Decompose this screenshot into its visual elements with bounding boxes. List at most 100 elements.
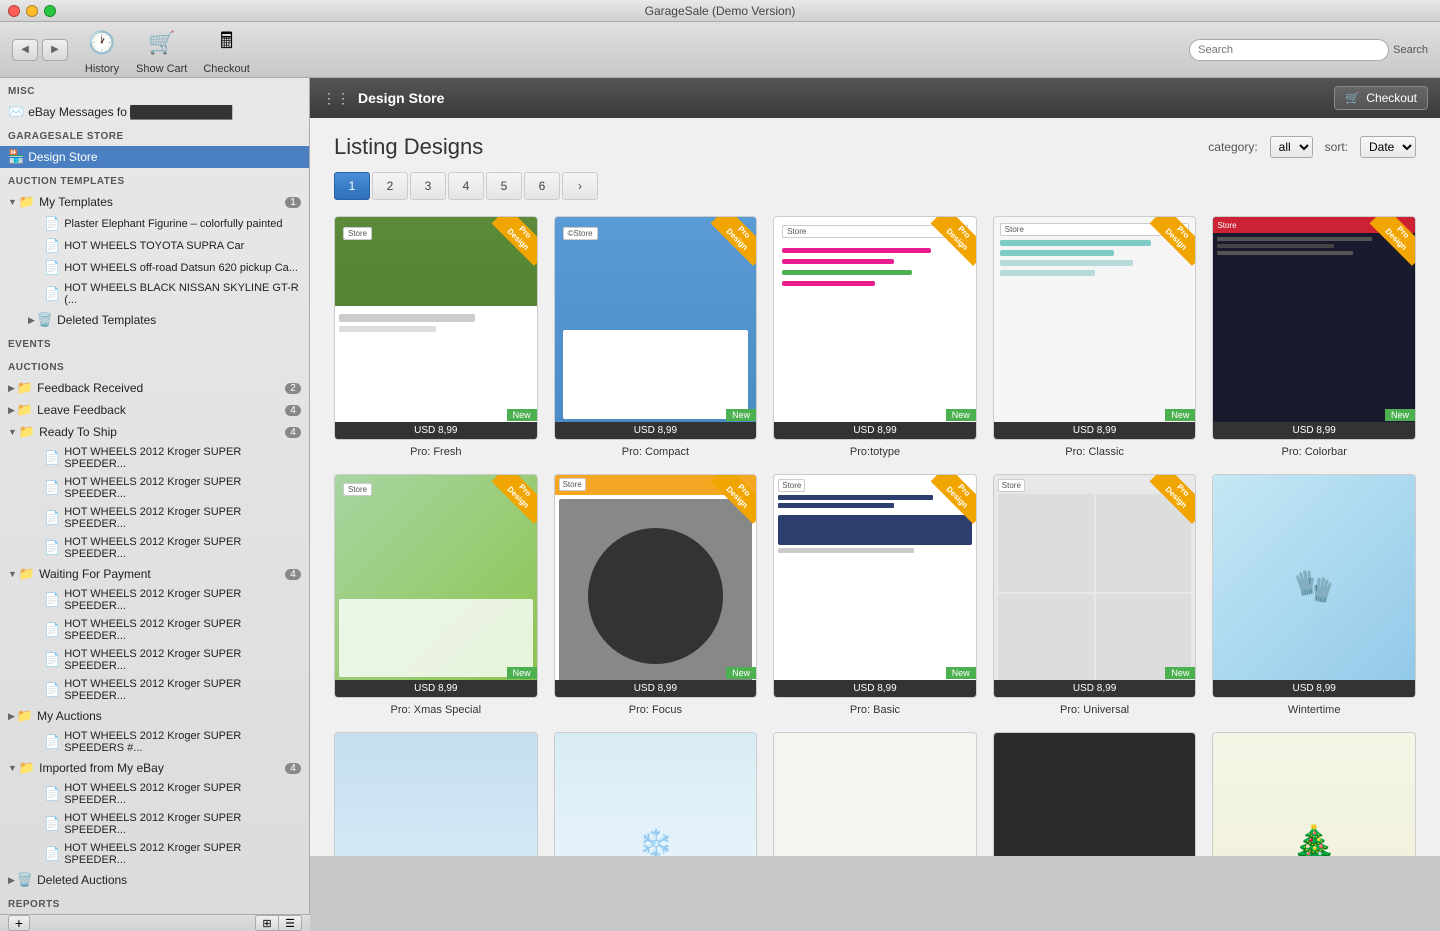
pro-badge-classic: ProDesign <box>1145 217 1195 267</box>
price-fresh: USD 8,99 <box>335 422 537 439</box>
history-label: History <box>85 63 119 75</box>
template-item-1[interactable]: 📄 Plaster Elephant Figurine – colorfully… <box>0 213 309 235</box>
history-icon: 🕐 <box>84 25 120 61</box>
page-2-button[interactable]: 2 <box>372 172 408 200</box>
ready-ship-item-3[interactable]: 📄 HOT WHEELS 2012 Kroger SUPER SPEEDER..… <box>0 503 309 533</box>
bottom-controls: + ⊞ ☰ <box>0 914 310 931</box>
doc-icon-r3: 📄 <box>44 510 60 526</box>
design-store-item[interactable]: 🏪 Design Store <box>0 146 309 168</box>
store-label-compact: ©Store <box>563 227 598 240</box>
ready-to-ship-item[interactable]: ▼ 📁 Ready To Ship 4 <box>0 421 309 443</box>
left-panel: MISC ✉️ eBay Messages fo ████████████ GA… <box>0 78 310 878</box>
ready-ship-item-4[interactable]: 📄 HOT WHEELS 2012 Kroger SUPER SPEEDER..… <box>0 533 309 563</box>
page-next-button[interactable]: › <box>562 172 598 200</box>
toggle-icon-lf: ▶ <box>8 405 15 416</box>
page-1-button[interactable]: 1 <box>334 172 370 200</box>
imported-item-3[interactable]: 📄 HOT WHEELS 2012 Kroger SUPER SPEEDER..… <box>0 839 309 869</box>
deleted-auctions-item[interactable]: ▶ 🗑️ Deleted Auctions <box>0 869 309 891</box>
trash-auctions-icon: 🗑️ <box>17 872 33 888</box>
add-button[interactable]: + <box>8 915 30 931</box>
envelope-icon: ✉️ <box>8 104 24 120</box>
page-5-button[interactable]: 5 <box>486 172 522 200</box>
history-button[interactable]: 🕐 History <box>84 25 120 75</box>
back-button[interactable]: ◀ <box>12 39 38 61</box>
imported-label: Imported from My eBay <box>39 761 164 775</box>
my-auctions-item[interactable]: ▶ 📁 My Auctions <box>0 705 309 727</box>
design-card-classic[interactable]: Store ProDesign New USD 8,99 Pro: Classi… <box>993 216 1197 458</box>
show-cart-button[interactable]: 🛒 Show Cart <box>136 25 187 75</box>
list-view-button[interactable]: ☰ <box>278 915 302 931</box>
search-input[interactable] <box>1189 39 1389 61</box>
checkout-label: Checkout <box>203 63 249 75</box>
feedback-icon: 📁 <box>17 380 33 396</box>
design-thumb-snow: ❄️ USD 3,99 <box>554 732 758 856</box>
leave-feedback-item[interactable]: ▶ 📁 Leave Feedback 4 <box>0 399 309 421</box>
window-title: GarageSale (Demo Version) <box>645 4 796 18</box>
grid-view-button[interactable]: ⊞ <box>255 915 279 931</box>
imported-item[interactable]: ▼ 📁 Imported from My eBay 4 <box>0 757 309 779</box>
maximize-button[interactable] <box>44 5 56 17</box>
wfp-item-2[interactable]: 📄 HOT WHEELS 2012 Kroger SUPER SPEEDER..… <box>0 615 309 645</box>
design-card-fresh[interactable]: Store ProDesign New USD 8,99 Pro: Fresh <box>334 216 538 458</box>
deleted-templates-item[interactable]: ▶ 🗑️ Deleted Templates <box>0 309 309 331</box>
ready-ship-item-1[interactable]: 📄 HOT WHEELS 2012 Kroger SUPER SPEEDER..… <box>0 443 309 473</box>
ebay-messages-item[interactable]: ✉️ eBay Messages fo ████████████ <box>0 101 309 123</box>
wfp-item-4[interactable]: 📄 HOT WHEELS 2012 Kroger SUPER SPEEDER..… <box>0 675 309 705</box>
design-grid: Store ProDesign New USD 8,99 Pro: Fresh <box>334 216 1416 856</box>
design-card-universal[interactable]: Store ProDesign New USD 8 <box>993 474 1197 716</box>
imported-item-1[interactable]: 📄 HOT WHEELS 2012 Kroger SUPER SPEEDER..… <box>0 779 309 809</box>
pro-badge-xmas: ProDesign <box>487 475 537 525</box>
minimize-button[interactable] <box>26 5 38 17</box>
leave-feedback-label: Leave Feedback <box>37 403 126 417</box>
template-item-2[interactable]: 📄 HOT WHEELS TOYOTA SUPRA Car <box>0 235 309 257</box>
page-6-button[interactable]: 6 <box>524 172 560 200</box>
design-card-wintertime[interactable]: 🧤 USD 8,99 Wintertime <box>1212 474 1416 716</box>
design-card-xmas[interactable]: Store ProDesign New USD 8,99 Pro: Xmas S… <box>334 474 538 716</box>
design-card-colorbar[interactable]: Store ProDesign New USD 8,9 <box>1212 216 1416 458</box>
design-card-prototype[interactable]: Store ProDesign New USD 8,99 Pro:totype <box>773 216 977 458</box>
checkout-button[interactable]: 🛒 Checkout <box>1334 86 1428 110</box>
design-card-focus[interactable]: Store ProDesign New USD 8 <box>554 474 758 716</box>
design-thumb-prototype: Store ProDesign New USD 8,99 <box>773 216 977 440</box>
ebay-messages-label: eBay Messages fo ████████████ <box>28 105 232 119</box>
my-auctions-item-1[interactable]: 📄 HOT WHEELS 2012 Kroger SUPER SPEEDERS … <box>0 727 309 757</box>
feedback-received-item[interactable]: ▶ 📁 Feedback Received 2 <box>0 377 309 399</box>
template-item-4[interactable]: 📄 HOT WHEELS BLACK NISSAN SKYLINE GT-R (… <box>0 279 309 309</box>
close-button[interactable] <box>8 5 20 17</box>
design-store-label: Design Store <box>28 150 97 164</box>
template-item-3[interactable]: 📄 HOT WHEELS off-road Datsun 620 pickup … <box>0 257 309 279</box>
checkout-toolbar-button[interactable]: 🖩 Checkout <box>203 25 249 75</box>
design-card-basic[interactable]: Store ProDesign New USD 8,99 Pro: Basic <box>773 474 977 716</box>
doc-icon: 📄 <box>44 216 60 232</box>
price-wintertime: USD 8,99 <box>1213 680 1415 697</box>
new-badge-compact: New <box>726 409 756 421</box>
sort-select[interactable]: Date <box>1360 136 1416 158</box>
doc-icon-w2: 📄 <box>44 622 60 638</box>
new-badge-xmas: New <box>507 667 537 679</box>
design-card-compact[interactable]: ©Store ProDesign New USD 8,99 Pro: Compa… <box>554 216 758 458</box>
doc-icon-r1: 📄 <box>44 450 60 466</box>
wfp-item-1[interactable]: 📄 HOT WHEELS 2012 Kroger SUPER SPEEDER..… <box>0 585 309 615</box>
category-select[interactable]: all <box>1270 136 1313 158</box>
store-header-left: ⋮⋮ Design Store <box>322 90 444 107</box>
doc-icon-i3: 📄 <box>44 846 60 862</box>
waiting-payment-item[interactable]: ▼ 📁 Waiting For Payment 4 <box>0 563 309 585</box>
design-card-xmastree[interactable]: 🎄 USD 8,99 <box>1212 732 1416 856</box>
grid-dots-icon: ⋮⋮ <box>322 90 350 107</box>
my-templates-item[interactable]: ▼ 📁 My Templates 1 <box>0 191 309 213</box>
template-2-label: HOT WHEELS TOYOTA SUPRA Car <box>64 240 244 252</box>
design-card-light[interactable]: USD 1,99 <box>773 732 977 856</box>
design-card-ski[interactable]: ⛷️ USD 3,99 <box>334 732 538 856</box>
misc-header: MISC <box>0 82 309 101</box>
price-focus: USD 8,99 <box>555 680 757 697</box>
page-4-button[interactable]: 4 <box>448 172 484 200</box>
ready-ship-item-2[interactable]: 📄 HOT WHEELS 2012 Kroger SUPER SPEEDER..… <box>0 473 309 503</box>
design-card-snow[interactable]: ❄️ USD 3,99 <box>554 732 758 856</box>
wfp-item-3[interactable]: 📄 HOT WHEELS 2012 Kroger SUPER SPEEDER..… <box>0 645 309 675</box>
forward-button[interactable]: ▶ <box>42 39 68 61</box>
events-header: EVENTS <box>0 335 309 354</box>
design-name-compact: Pro: Compact <box>622 446 689 458</box>
imported-item-2[interactable]: 📄 HOT WHEELS 2012 Kroger SUPER SPEEDER..… <box>0 809 309 839</box>
design-card-dark[interactable]: USD 1,99 <box>993 732 1197 856</box>
page-3-button[interactable]: 3 <box>410 172 446 200</box>
